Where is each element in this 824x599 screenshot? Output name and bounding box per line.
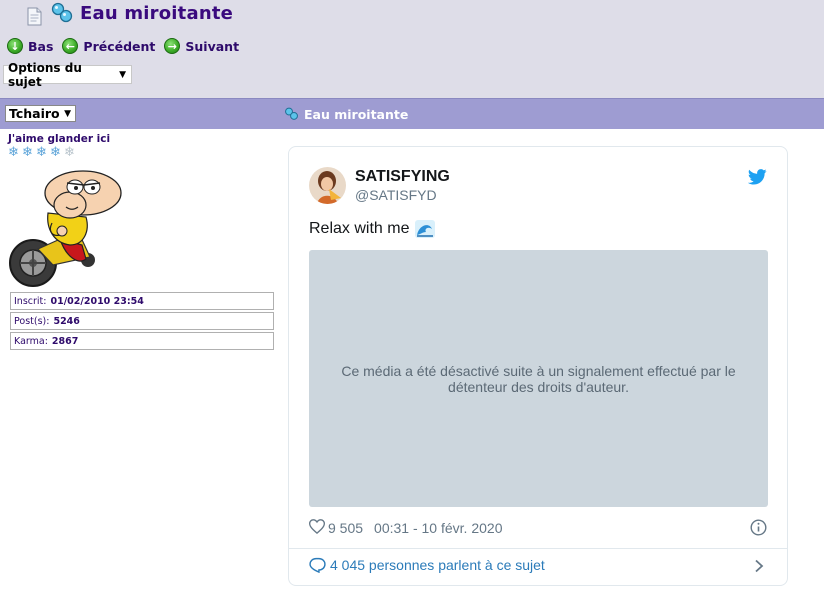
snowflake-icon: ❄ (22, 145, 33, 160)
tweet-author-name[interactable]: SATISFYING (355, 168, 450, 186)
tweet-divider (289, 548, 787, 549)
snowflake-empty-icon: ❄ (64, 145, 75, 160)
embedded-tweet: SATISFYING @SATISFYD Relax with me Ce mé… (288, 146, 788, 586)
tweet-date[interactable]: 00:31 - 10 févr. 2020 (374, 520, 502, 536)
nav-previous-label: Précédent (83, 38, 156, 54)
tweet-conversation-link[interactable]: 4 045 personnes parlent à ce sujet (309, 557, 545, 573)
stat-value: 01/02/2010 23:54 (50, 295, 144, 307)
tweet-text-content: Relax with me (309, 220, 410, 237)
media-disabled-notice: Ce média a été désactivé suite à un sign… (341, 362, 736, 395)
arrow-left-icon: ← (62, 38, 79, 54)
stat-value: 5246 (53, 315, 80, 327)
stat-label: Inscrit: (14, 295, 47, 307)
dropdown-caret-icon: ▼ (119, 69, 126, 80)
speech-bubble-icon (309, 557, 326, 573)
tweet-meta: 9 505 00:31 - 10 févr. 2020 (308, 519, 502, 537)
nav-down-label: Bas (28, 38, 54, 54)
bubbles-icon (285, 107, 298, 120)
post-header-bar: Tchairo ▼ Eau miroitante (0, 98, 824, 129)
nav-previous-link[interactable]: ← Précédent (62, 38, 155, 54)
tweet-text: Relax with me (309, 220, 436, 238)
user-rank: J'aime glander ici (8, 133, 111, 145)
user-select[interactable]: Tchairo ▼ (5, 105, 76, 122)
tweet-conversation-label: 4 045 personnes parlent à ce sujet (330, 557, 545, 573)
tweet-author-avatar[interactable] (309, 167, 346, 204)
document-icon (24, 6, 44, 26)
user-stats: Inscrit: 01/02/2010 23:54 Post(s): 5246 … (10, 292, 274, 352)
heart-icon[interactable] (308, 519, 326, 537)
topic-options-value: Options du sujet (8, 60, 82, 89)
post-title-text: Eau miroitante (304, 106, 409, 122)
snowflake-icon: ❄ (36, 145, 47, 160)
page-title: Eau miroitante (80, 2, 234, 24)
dropdown-caret-icon: ▼ (64, 108, 71, 119)
stat-label: Karma: (14, 335, 48, 347)
tweet-author-handle[interactable]: @SATISFYD (355, 187, 437, 203)
topic-header: Eau miroitante ↓ Bas ← Précédent → Suiva… (0, 0, 824, 98)
tweet-like-count[interactable]: 9 505 (328, 520, 363, 536)
nav-down-link[interactable]: ↓ Bas (7, 38, 53, 54)
arrow-right-icon: → (164, 38, 181, 54)
title-row: Eau miroitante (24, 0, 233, 26)
water-wave-icon (415, 220, 436, 238)
stat-karma: Karma: 2867 (10, 332, 274, 350)
user-select-value: Tchairo (9, 106, 60, 121)
snowflake-icon: ❄ (50, 145, 61, 160)
chevron-right-icon[interactable] (753, 559, 765, 573)
stat-registered: Inscrit: 01/02/2010 23:54 (10, 292, 274, 310)
rank-snowflakes: ❄ ❄ ❄ ❄ ❄ (8, 146, 278, 160)
stat-value: 2867 (51, 335, 79, 347)
post-title: Eau miroitante (284, 105, 408, 123)
snowflake-icon: ❄ (8, 145, 19, 160)
twitter-bird-icon[interactable] (747, 169, 767, 185)
bubbles-icon (50, 2, 74, 24)
info-icon[interactable] (750, 519, 767, 536)
nav-next-label: Suivant (185, 38, 240, 54)
arrow-down-icon: ↓ (7, 38, 23, 54)
user-profile: J'aime glander ici ❄ ❄ ❄ ❄ ❄ Inscrit: 01… (8, 133, 278, 350)
avatar (8, 161, 133, 289)
topic-options-select[interactable]: Options du sujet ▼ (3, 61, 132, 89)
topic-navigation: ↓ Bas ← Précédent → Suivant (7, 36, 248, 56)
stat-posts: Post(s): 5246 (10, 312, 274, 330)
nav-next-link[interactable]: → Suivant (164, 38, 239, 54)
stat-label: Post(s): (14, 315, 50, 327)
tweet-media-disabled: Ce média a été désactivé suite à un sign… (309, 250, 768, 507)
